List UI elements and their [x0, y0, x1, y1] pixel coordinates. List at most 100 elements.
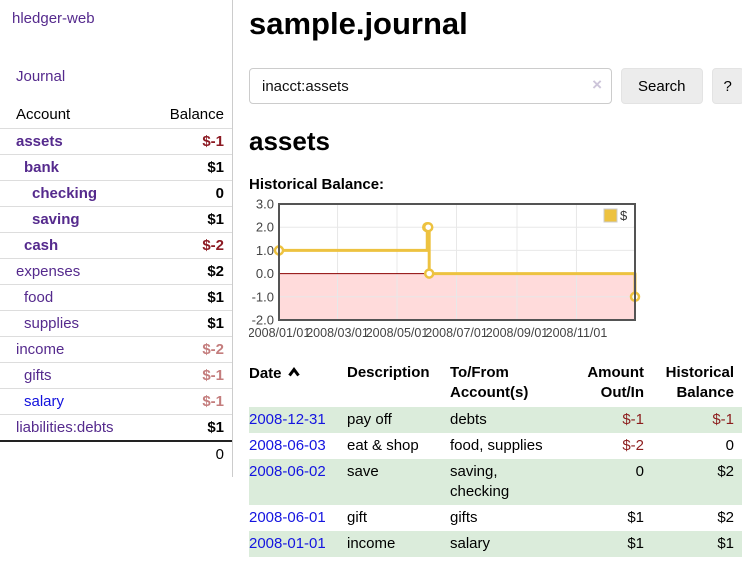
account-page-title: assets: [249, 126, 742, 157]
register-row: 2008-06-01 giftgifts$1$2: [249, 505, 742, 531]
account-row: assets $-1: [0, 129, 232, 155]
transaction-accounts: debts: [450, 407, 568, 433]
transaction-accounts: salary: [450, 531, 568, 557]
transaction-date-link[interactable]: 2008-06-03: [249, 437, 326, 454]
account-row: income $-2: [0, 337, 232, 363]
transaction-date-link[interactable]: 2008-01-01: [249, 535, 326, 552]
transaction-amount: $-1: [568, 407, 644, 433]
transaction-amount: $-2: [568, 433, 644, 459]
transaction-balance: $2: [644, 459, 742, 505]
transaction-amount: $1: [568, 531, 644, 557]
transaction-date-link[interactable]: 2008-06-02: [249, 463, 326, 480]
account-balance: $1: [150, 285, 232, 311]
account-balance: $1: [150, 311, 232, 337]
account-link-food[interactable]: food: [24, 289, 53, 306]
register-row: 2008-12-31pay offdebts$-1$-1: [249, 407, 742, 433]
x-axis-label: 2008/03/01: [306, 326, 369, 340]
account-row: checking 0: [0, 181, 232, 207]
account-total-spacer: [0, 441, 150, 467]
account-column-header: Account: [0, 104, 150, 129]
sidebar-item-journal[interactable]: Journal: [16, 68, 65, 85]
account-balance: $-1: [150, 363, 232, 389]
account-balance: $-1: [150, 389, 232, 415]
account-link-assets[interactable]: assets: [16, 133, 63, 150]
account-link-liabilities-debts[interactable]: liabilities:debts: [16, 419, 114, 436]
account-row: liabilities:debts$1: [0, 415, 232, 442]
transaction-date-link[interactable]: 2008-12-31: [249, 411, 326, 428]
balance-column-header: Balance: [150, 104, 232, 129]
y-axis-label: 3.0: [256, 199, 274, 212]
transaction-accounts: food, supplies: [450, 433, 568, 459]
data-point-marker: [424, 223, 432, 231]
transaction-balance: $-1: [644, 407, 742, 433]
account-total-row: 0: [0, 441, 232, 467]
account-row: bank$1: [0, 155, 232, 181]
account-link-income[interactable]: income: [16, 341, 64, 358]
account-balance: $-2: [150, 337, 232, 363]
account-balance: $-2: [150, 233, 232, 259]
transaction-balance: $1: [644, 531, 742, 557]
account-balance: $2: [150, 259, 232, 285]
sort-ascending-icon: [287, 363, 301, 383]
account-tree: Account Balance assets$-1bank$1checking0…: [0, 104, 232, 467]
account-link-expenses[interactable]: expenses: [16, 263, 80, 280]
y-axis-label: -1.0: [252, 289, 274, 304]
clear-search-icon[interactable]: ×: [592, 76, 602, 93]
account-link-saving[interactable]: saving: [32, 211, 80, 228]
amount-column-header: Amount Out/In: [568, 361, 644, 407]
sidebar: hledger-web Journal Account Balance asse…: [0, 0, 233, 477]
transaction-description: eat & shop: [347, 433, 450, 459]
main-content: sample.journal × Search ? assets Histori…: [233, 0, 742, 557]
historical-balance-chart: $3.02.01.00.0-1.0-2.02008/01/012008/03/0…: [249, 199, 742, 345]
account-link-cash[interactable]: cash: [24, 237, 58, 254]
transaction-description: gift: [347, 505, 450, 531]
transaction-amount: 0: [568, 459, 644, 505]
account-link-bank[interactable]: bank: [24, 159, 59, 176]
legend-label: $: [620, 208, 628, 223]
data-point-marker: [425, 270, 433, 278]
account-row: food $1: [0, 285, 232, 311]
transaction-description: income: [347, 531, 450, 557]
register-header-row: Date Description To/From Account(s) Amou…: [249, 361, 742, 407]
search-box: ×: [249, 68, 612, 104]
page-title: sample.journal: [249, 6, 742, 42]
register-table: Date Description To/From Account(s) Amou…: [249, 361, 742, 557]
account-link-gifts[interactable]: gifts: [24, 367, 52, 384]
y-axis-label: 0.0: [256, 266, 274, 281]
account-row: cash $-2: [0, 233, 232, 259]
search-input[interactable]: [249, 68, 612, 104]
account-row: saving$1: [0, 207, 232, 233]
account-tree-header: Account Balance: [0, 104, 232, 129]
date-column-label: Date: [249, 365, 282, 382]
help-button[interactable]: ?: [712, 68, 742, 104]
transaction-balance: 0: [644, 433, 742, 459]
account-balance: $-1: [150, 129, 232, 155]
x-axis-label: 2008/07/01: [425, 326, 488, 340]
account-total-value: 0: [150, 441, 232, 467]
x-axis-label: 2008/05/01: [366, 326, 429, 340]
account-row: salary $-1: [0, 389, 232, 415]
search-form: × Search ?: [249, 68, 742, 104]
account-balance: 0: [150, 181, 232, 207]
app-layout: hledger-web Journal Account Balance asse…: [0, 0, 742, 557]
x-axis-label: 2008/11/01: [546, 326, 608, 340]
register-row: 2008-06-02savesaving, checking0$2: [249, 459, 742, 505]
account-link-salary[interactable]: salary: [24, 393, 64, 410]
account-link-supplies[interactable]: supplies: [24, 315, 79, 332]
account-row: supplies $1: [0, 311, 232, 337]
register-row: 2008-06-03 eat & shopfood, supplies$-20: [249, 433, 742, 459]
account-column-header-register: To/From Account(s): [450, 361, 568, 407]
account-link-checking[interactable]: checking: [32, 185, 97, 202]
app-title-link[interactable]: hledger-web: [12, 10, 95, 27]
transaction-amount: $1: [568, 505, 644, 531]
description-column-header: Description: [347, 361, 450, 407]
search-button[interactable]: Search: [621, 68, 703, 104]
x-axis-label: 2008/09/01: [486, 326, 549, 340]
x-axis-label: 2008/01/01: [249, 326, 310, 340]
transaction-accounts: gifts: [450, 505, 568, 531]
register-row: 2008-01-01incomesalary$1$1: [249, 531, 742, 557]
transaction-balance: $2: [644, 505, 742, 531]
transaction-description: pay off: [347, 407, 450, 433]
transaction-date-link[interactable]: 2008-06-01: [249, 509, 326, 526]
balance-column-header-register: Historical Balance: [644, 361, 742, 407]
